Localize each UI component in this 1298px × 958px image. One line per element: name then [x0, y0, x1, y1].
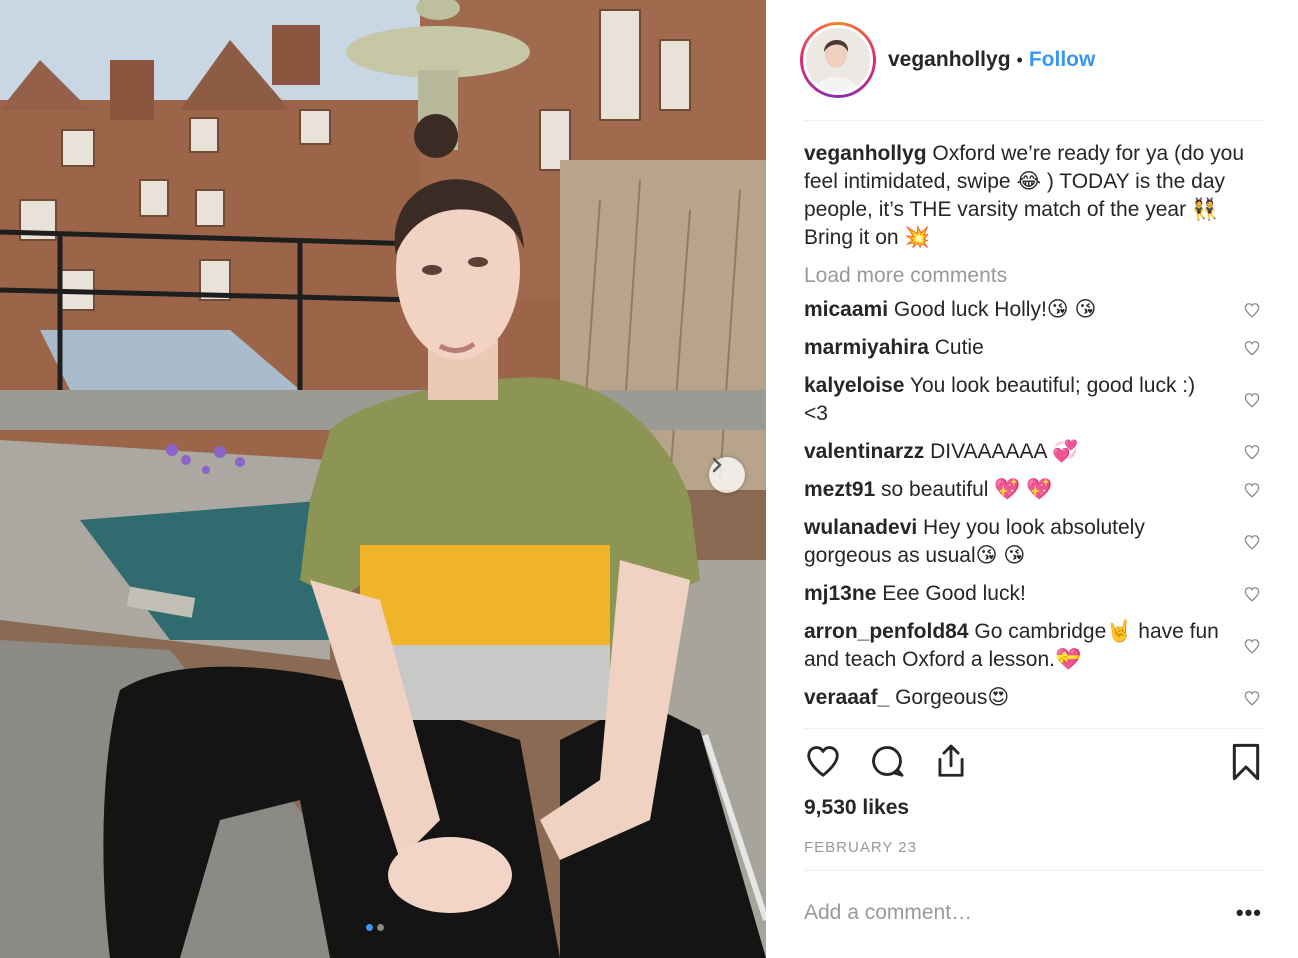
- comment-like-heart-icon[interactable]: [1242, 688, 1262, 708]
- comment-like-heart-icon[interactable]: [1242, 338, 1262, 358]
- caption-username[interactable]: veganhollyg: [804, 142, 927, 165]
- comment-like-heart-icon[interactable]: [1242, 390, 1262, 410]
- comment-body: valentinarzz DIVAAAAAA 💞: [804, 438, 1224, 466]
- comment-body: mj13ne Eee Good luck!: [804, 580, 1224, 608]
- actions-divider: [804, 728, 1262, 729]
- carousel-dot-1: [366, 924, 373, 931]
- add-comment-input[interactable]: [804, 901, 1204, 925]
- save-button[interactable]: [1228, 742, 1264, 787]
- carousel-indicator: [366, 924, 384, 931]
- separator-dot: •: [1016, 49, 1023, 70]
- header-divider: [804, 120, 1262, 121]
- comment-username[interactable]: mezt91: [804, 478, 875, 501]
- comment-row: valentinarzz DIVAAAAAA 💞: [804, 438, 1262, 466]
- comment-row: veraaaf_ Gorgeous😍: [804, 684, 1262, 712]
- post-header: veganhollyg • Follow: [800, 20, 1262, 100]
- comment-username[interactable]: micaami: [804, 298, 888, 321]
- avatar-image: [803, 25, 873, 95]
- comment-username[interactable]: valentinarzz: [804, 440, 924, 463]
- comment-body: marmiyahira Cutie: [804, 334, 1224, 362]
- comment-row: mj13ne Eee Good luck!: [804, 580, 1262, 608]
- comment-like-heart-icon[interactable]: [1242, 584, 1262, 604]
- add-comment-divider: [804, 870, 1262, 871]
- comment-username[interactable]: arron_penfold84: [804, 620, 969, 643]
- comment-text: Cutie: [934, 336, 984, 359]
- carousel-dot-2: [377, 924, 384, 931]
- avatar[interactable]: [800, 22, 876, 98]
- more-options-button[interactable]: •••: [1236, 900, 1262, 926]
- like-button[interactable]: [804, 742, 842, 785]
- comment-like-heart-icon[interactable]: [1242, 532, 1262, 552]
- comment-username[interactable]: veraaaf_: [804, 686, 889, 709]
- share-button[interactable]: [932, 742, 970, 785]
- comment-list: micaami Good luck Holly!😘 😘 marmiyahira C…: [804, 296, 1262, 712]
- action-bar: [804, 742, 1262, 788]
- comment-username[interactable]: mj13ne: [804, 582, 876, 605]
- comment-text: Good luck Holly!😘 😘: [893, 298, 1097, 321]
- photo-illustration: [0, 0, 766, 958]
- comment-row: arron_penfold84 Go cambridge🤘 have fun a…: [804, 618, 1262, 674]
- comment-body: arron_penfold84 Go cambridge🤘 have fun a…: [804, 618, 1224, 674]
- comments-section: veganhollyg Oxford we’re ready for ya (d…: [804, 140, 1262, 722]
- share-icon: [938, 744, 964, 777]
- comment-body: mezt91 so beautiful 💖 💖: [804, 476, 1224, 504]
- comment-button[interactable]: [868, 742, 906, 785]
- comment-row: micaami Good luck Holly!😘 😘: [804, 296, 1262, 324]
- post-caption: veganhollyg Oxford we’re ready for ya (d…: [804, 140, 1262, 252]
- comment-like-heart-icon[interactable]: [1242, 442, 1262, 462]
- comment-body: veraaaf_ Gorgeous😍: [804, 684, 1224, 712]
- comment-row: mezt91 so beautiful 💖 💖: [804, 476, 1262, 504]
- add-comment-row: •••: [804, 886, 1262, 940]
- comment-username[interactable]: kalyeloise: [804, 374, 904, 397]
- comment-row: kalyeloise You look beautiful; good luck…: [804, 372, 1262, 428]
- chevron-right-icon: [712, 457, 722, 473]
- load-more-comments-button[interactable]: Load more comments: [804, 264, 1007, 288]
- post-date[interactable]: FEBRUARY 23: [804, 839, 917, 856]
- comment-row: wulanadevi Hey you look absolutely gorge…: [804, 514, 1262, 570]
- comment-like-heart-icon[interactable]: [1242, 300, 1262, 320]
- comment-username[interactable]: marmiyahira: [804, 336, 929, 359]
- likes-count[interactable]: 9,530 likes: [804, 796, 909, 820]
- bookmark-icon: [1232, 743, 1260, 781]
- post-panel: veganhollyg • Follow veganhollyg Oxford …: [766, 0, 1298, 958]
- comment-text: so beautiful 💖 💖: [881, 478, 1053, 501]
- comment-text: Eee Good luck!: [882, 582, 1026, 605]
- comment-body: micaami Good luck Holly!😘 😘: [804, 296, 1224, 324]
- comment-text: Gorgeous😍: [895, 686, 1010, 709]
- follow-button[interactable]: Follow: [1029, 48, 1096, 72]
- comment-body: kalyeloise You look beautiful; good luck…: [804, 372, 1224, 428]
- comment-like-heart-icon[interactable]: [1242, 480, 1262, 500]
- comment-username[interactable]: wulanadevi: [804, 516, 917, 539]
- post-photo[interactable]: [0, 0, 766, 958]
- comment-body: wulanadevi Hey you look absolutely gorge…: [804, 514, 1224, 570]
- username-link[interactable]: veganhollyg: [888, 48, 1011, 72]
- comment-row: marmiyahira Cutie: [804, 334, 1262, 362]
- comment-icon: [872, 746, 904, 777]
- comment-text: DIVAAAAAA 💞: [930, 440, 1079, 463]
- heart-icon: [807, 746, 839, 777]
- comment-like-heart-icon[interactable]: [1242, 636, 1262, 656]
- carousel-next-button[interactable]: [709, 457, 745, 493]
